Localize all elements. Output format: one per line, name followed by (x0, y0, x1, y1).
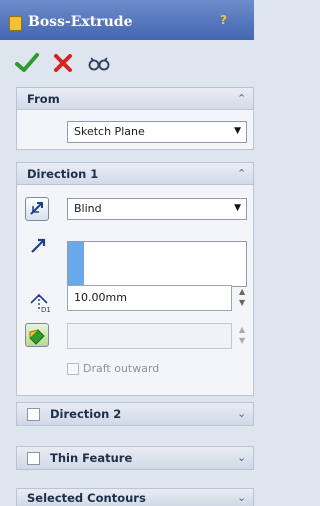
draft-toggle-button[interactable] (25, 323, 49, 347)
cross-icon (54, 54, 72, 72)
thin-feature-group-header[interactable]: Thin Feature ⌄ (17, 447, 253, 469)
from-start-condition-dropdown[interactable]: Sketch Plane ▼ (67, 121, 247, 143)
chevron-down-icon: ⌄ (237, 491, 247, 504)
chevron-up-icon: ⌃ (237, 92, 247, 105)
depth-input[interactable]: 10.00mm (67, 285, 232, 311)
detailed-preview-button[interactable] (86, 50, 112, 76)
direction2-group-title: Direction 2 (50, 407, 122, 421)
reverse-direction-icon (30, 202, 43, 215)
selected-contours-group[interactable]: Selected Contours ⌄ (16, 488, 254, 506)
thin-feature-group-title: Thin Feature (50, 451, 133, 465)
from-start-condition-value: Sketch Plane (74, 125, 145, 138)
selected-contours-group-title: Selected Contours (27, 491, 146, 505)
draft-icon (29, 329, 45, 345)
end-condition-dropdown[interactable]: Blind ▼ (67, 198, 247, 220)
direction-of-extrusion-selection-box[interactable] (67, 241, 247, 287)
end-condition-value: Blind (74, 202, 102, 215)
selected-contours-group-header[interactable]: Selected Contours ⌄ (17, 489, 253, 506)
depth-value: 10.00mm (74, 291, 127, 304)
from-group-title: From (27, 92, 60, 106)
chevron-down-icon: ⌄ (237, 451, 247, 464)
depth-icon: D1 (30, 293, 51, 313)
direction1-group-header[interactable]: Direction 1 ⌃ (17, 163, 253, 185)
help-button[interactable]: ? (220, 13, 242, 31)
depth-spinner[interactable]: ▲ ▼ (239, 286, 249, 310)
svg-text:D1: D1 (41, 306, 51, 313)
dropdown-arrow-icon: ▼ (234, 126, 241, 136)
chevron-down-icon: ⌄ (237, 407, 247, 420)
direction1-group: Direction 1 ⌃ Blind ▼ D1 10.00mm ▲ ▼ ▲ ▼ D… (16, 162, 254, 396)
draft-angle-input (67, 323, 232, 349)
chevron-up-icon: ⌃ (237, 167, 247, 180)
draft-outward-label: Draft outward (83, 362, 160, 375)
draft-angle-spinner: ▲ ▼ (239, 325, 246, 345)
from-group-header[interactable]: From ⌃ (17, 88, 253, 110)
thin-feature-group[interactable]: Thin Feature ⌄ (16, 446, 254, 470)
selection-highlight (68, 242, 84, 286)
dropdown-arrow-icon: ▼ (234, 203, 241, 213)
extrude-feature-icon (9, 16, 22, 31)
direction2-group[interactable]: Direction 2 ⌄ (16, 402, 254, 426)
direction-arrow-icon (31, 238, 46, 253)
reverse-direction-button[interactable] (25, 197, 49, 221)
cancel-button[interactable] (50, 50, 76, 76)
direction2-checkbox[interactable] (27, 408, 40, 421)
property-manager-titlebar: Boss-Extrude ? (0, 0, 254, 40)
from-group: From ⌃ Sketch Plane ▼ (16, 87, 254, 150)
checkmark-icon (15, 53, 39, 72)
direction1-group-title: Direction 1 (27, 167, 99, 181)
thin-feature-checkbox[interactable] (27, 452, 40, 465)
direction2-group-header[interactable]: Direction 2 ⌄ (17, 403, 253, 425)
action-toolbar (0, 40, 254, 80)
feature-title: Boss-Extrude (28, 14, 133, 30)
draft-outward-checkbox (67, 363, 79, 375)
detailed-preview-icon (88, 57, 110, 71)
ok-button[interactable] (14, 50, 40, 76)
help-label: ? (220, 13, 227, 27)
